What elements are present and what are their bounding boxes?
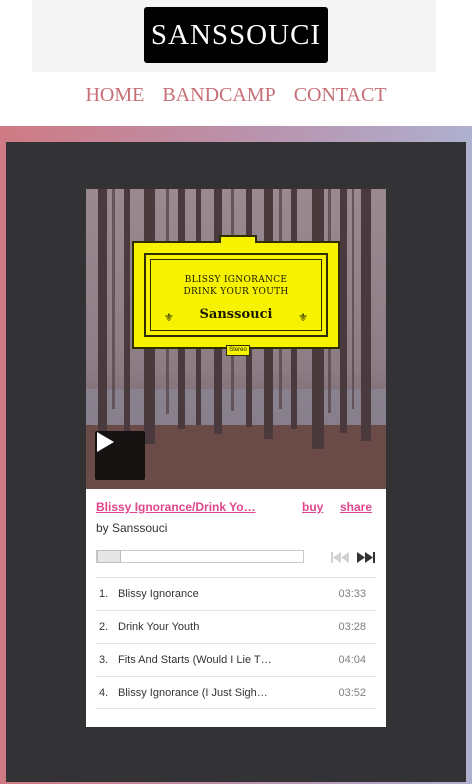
play-button[interactable] xyxy=(95,431,145,480)
track-duration: 03:28 xyxy=(338,621,366,633)
logo-text: SANSSOUCI xyxy=(150,18,322,51)
track-number: 3. xyxy=(99,654,109,666)
fleur-ornament-icon: ⚜ xyxy=(298,312,308,324)
skip-back-icon[interactable] xyxy=(331,552,349,563)
track-duration: 04:04 xyxy=(338,654,366,666)
skip-forward-icon[interactable] xyxy=(357,552,375,563)
track-list: 1. Blissy Ignorance 03:33 2. Drink Your … xyxy=(96,577,376,709)
buy-link[interactable]: buy xyxy=(302,500,323,514)
play-icon xyxy=(97,432,114,452)
track-number: 2. xyxy=(99,621,109,633)
label-tab-decoration xyxy=(219,235,257,243)
nav-bandcamp-link[interactable]: BANDCAMP xyxy=(162,84,275,107)
site-logo[interactable]: SANSSOUCI xyxy=(144,7,328,63)
track-title[interactable]: Blissy Ignorance (I Just Sigh… xyxy=(118,687,286,699)
track-title[interactable]: Blissy Ignorance xyxy=(118,588,286,600)
track-row[interactable]: 2. Drink Your Youth 03:28 xyxy=(96,610,376,643)
nav-contact-link[interactable]: CONTACT xyxy=(294,84,387,107)
progress-thumb[interactable] xyxy=(97,550,121,563)
bandcamp-player: BLISSY IGNORANCE DRINK YOUR YOUTH Sansso… xyxy=(86,189,386,727)
stereo-badge: Stereo xyxy=(226,345,250,356)
track-number: 1. xyxy=(99,588,109,600)
track-title[interactable]: Drink Your Youth xyxy=(118,621,286,633)
track-row[interactable]: 3. Fits And Starts (Would I Lie T… 04:04 xyxy=(96,643,376,676)
label-title-line-2: DRINK YOUR YOUTH xyxy=(183,287,289,297)
track-row[interactable]: 4. Blissy Ignorance (I Just Sigh… 03:52 xyxy=(96,676,376,709)
label-title-line-1: BLISSY IGNORANCE xyxy=(184,275,288,285)
site-header: SANSSOUCI HOME BANDCAMP CONTACT xyxy=(0,0,472,126)
track-number: 4. xyxy=(99,687,109,699)
nav-home-link[interactable]: HOME xyxy=(85,84,144,107)
track-duration: 03:52 xyxy=(338,687,366,699)
share-link[interactable]: share xyxy=(340,500,372,514)
album-label-plate: BLISSY IGNORANCE DRINK YOUR YOUTH Sansso… xyxy=(132,235,340,349)
content-frame: BLISSY IGNORANCE DRINK YOUR YOUTH Sansso… xyxy=(0,126,472,784)
track-row[interactable]: 1. Blissy Ignorance 03:33 xyxy=(96,577,376,610)
album-title-link[interactable]: Blissy Ignorance/Drink Yo… xyxy=(96,500,256,514)
embed-container: BLISSY IGNORANCE DRINK YOUR YOUTH Sansso… xyxy=(6,142,466,782)
track-title[interactable]: Fits And Starts (Would I Lie T… xyxy=(118,654,286,666)
album-artwork[interactable]: BLISSY IGNORANCE DRINK YOUR YOUTH Sansso… xyxy=(86,189,386,489)
artist-byline: by Sanssouci xyxy=(96,521,168,535)
progress-bar[interactable] xyxy=(96,550,304,563)
track-duration: 03:33 xyxy=(338,588,366,600)
main-nav: HOME BANDCAMP CONTACT xyxy=(0,84,472,107)
fleur-ornament-icon: ⚜ xyxy=(164,312,174,324)
